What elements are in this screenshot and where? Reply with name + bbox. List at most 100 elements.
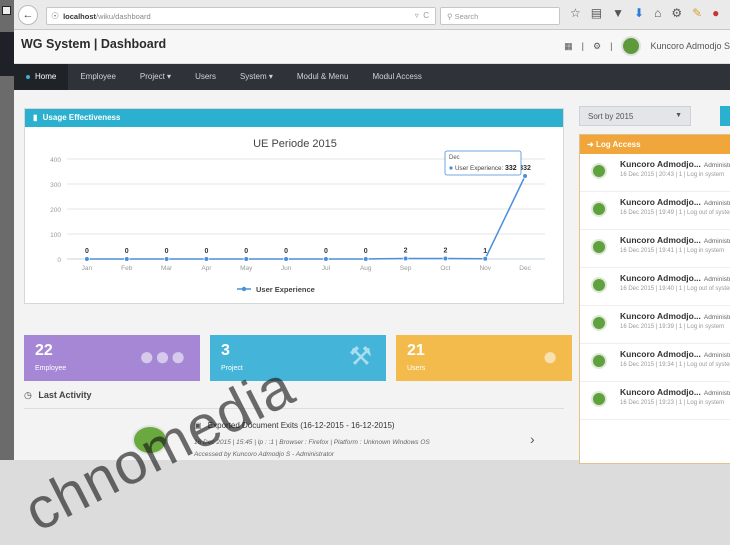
users-tile[interactable]: 21 Users ●	[396, 335, 572, 381]
data-label: 0	[204, 248, 208, 255]
x-tick-label: Jan	[82, 265, 93, 272]
log-avatar	[591, 239, 607, 255]
window-control-icon	[2, 6, 11, 15]
user-name[interactable]: Kuncoro Admodjo S	[650, 41, 730, 51]
log-access-item[interactable]: Kuncoro Admodjo...Administra 16 Dec 2015 …	[580, 268, 730, 306]
pocket-icon[interactable]: ▼	[612, 6, 624, 20]
log-access-item[interactable]: Kuncoro Admodjo...Administra 16 Dec 2015 …	[580, 382, 730, 420]
home-icon[interactable]: ⌂	[654, 6, 661, 20]
log-access-item[interactable]: Kuncoro Admodjo...Administra 16 Dec 2015 …	[580, 306, 730, 344]
last-activity-heading: ◷ Last Activity	[24, 390, 92, 401]
tooltip-header: Dec	[449, 155, 460, 161]
nav-users[interactable]: Users	[183, 64, 228, 90]
employee-count: 22	[35, 342, 53, 359]
y-tick-label: 100	[50, 232, 61, 239]
last-activity-title: Last Activity	[38, 390, 92, 400]
x-tick-label: Sep	[400, 265, 412, 272]
star-icon[interactable]: ☆	[570, 6, 581, 20]
legend-marker	[241, 286, 247, 292]
pencil-icon[interactable]: ✎	[692, 6, 702, 20]
browser-toolbar-icons: ☆ ▤ ▼ ⬇ ⌂ ⚙ ✎ ●	[570, 6, 719, 20]
user-avatar[interactable]	[621, 36, 642, 56]
clipboard-icon[interactable]: ▤	[591, 6, 602, 20]
x-tick-label: Apr	[201, 265, 212, 272]
browser-window: ← ☉ localhost /wiku/dashboard ▿ C ⚲ Sear…	[14, 0, 730, 544]
bar-chart-icon: ▮	[33, 113, 38, 122]
grid-icon[interactable]: ▦	[564, 41, 573, 52]
page-title: WG System | Dashboard	[21, 37, 167, 51]
usage-chart: UE Periode 2015 0 100 200 300 400 Jan Feb Mar Apr…	[25, 127, 565, 305]
data-label: 1	[483, 248, 487, 255]
legend-label: User Experience	[256, 285, 315, 294]
divider: |	[610, 41, 613, 51]
globe-icon: ☉	[51, 10, 60, 21]
data-label: 2	[443, 248, 447, 255]
log-access-header: ➜ Log Access	[580, 135, 730, 154]
address-bar[interactable]: ☉ localhost /wiku/dashboard ▿ C	[46, 7, 436, 25]
log-access-item[interactable]: Kuncoro Admodjo...Administra 16 Dec 2015 …	[580, 192, 730, 230]
log-avatar	[591, 353, 607, 369]
x-tick-label: Oct	[440, 265, 450, 272]
nav-modul-menu[interactable]: Modul & Menu	[285, 64, 361, 90]
nav-modul-access[interactable]: Modul Access	[360, 64, 433, 90]
data-label: 2	[404, 248, 408, 255]
nav-system[interactable]: System ▾	[228, 64, 285, 90]
log-access-item[interactable]: Kuncoro Admodjo...Administra 16 Dec 2015 …	[580, 230, 730, 268]
data-label: 0	[324, 248, 328, 255]
app-header: WG System | Dashboard ▦ | ⚙ | Kuncoro Ad…	[14, 30, 730, 64]
log-access-list: Kuncoro Admodjo...Administra 16 Dec 2015 …	[580, 154, 730, 420]
addon-icon[interactable]: ⚙	[671, 6, 682, 20]
data-point	[283, 256, 289, 262]
nav-home[interactable]: Home	[14, 64, 69, 90]
settings-icon[interactable]: ⚙	[593, 41, 601, 52]
data-point	[203, 256, 210, 262]
x-tick-label: Mar	[161, 265, 173, 272]
reload-icon[interactable]: ▿ C	[415, 11, 429, 20]
x-tick-label: Nov	[479, 265, 491, 272]
nav-employee[interactable]: Employee	[68, 64, 128, 90]
download-icon[interactable]: ⬇	[634, 6, 644, 20]
desktop-dark-block	[0, 32, 14, 76]
search-placeholder: Search	[454, 12, 479, 21]
log-detail: 16 Dec 2015 | 19:49 | 1 | Log out of sys…	[620, 210, 730, 216]
browser-search-input[interactable]: ⚲ Search	[440, 7, 560, 25]
back-button[interactable]: ←	[18, 4, 38, 25]
employee-tile[interactable]: 22 Employee ●●●	[24, 335, 200, 381]
x-tick-label: Jul	[322, 265, 331, 272]
x-tick-label: May	[240, 265, 253, 272]
usage-panel-title: Usage Effectiveness	[42, 113, 121, 122]
log-user-role: Administra	[703, 352, 730, 359]
log-access-panel: ➜ Log Access Kuncoro Admodjo...Administr…	[579, 134, 730, 464]
extension-icon[interactable]: ●	[712, 6, 719, 20]
x-tick-label: Dec	[519, 265, 531, 272]
x-tick-label: Jun	[281, 265, 292, 272]
tooltip-marker	[449, 166, 453, 170]
log-access-item[interactable]: Kuncoro Admodjo...Administra 16 Dec 2015 …	[580, 344, 730, 382]
log-avatar	[591, 163, 607, 179]
log-user-role: Administra	[703, 276, 730, 283]
chevron-right-icon[interactable]: ›	[530, 431, 535, 447]
log-detail: 16 Dec 2015 | 20:43 | 1 | Log in system	[620, 172, 725, 178]
log-avatar	[591, 391, 607, 407]
sort-select[interactable]: Sort by 2015 ▼	[579, 106, 691, 126]
data-label: 0	[165, 248, 169, 255]
url-path: /wiku/dashboard	[96, 11, 151, 21]
sort-button[interactable]	[720, 106, 730, 126]
log-user-name: Kuncoro Admodjo...Administra	[620, 387, 730, 397]
log-detail: 16 Dec 2015 | 19:34 | 1 | Log out of sys…	[620, 362, 730, 368]
data-point	[442, 255, 449, 262]
log-avatar	[591, 315, 607, 331]
y-tick-label: 0	[57, 257, 61, 264]
caret-down-icon: ▼	[675, 112, 682, 119]
data-point	[84, 256, 90, 262]
log-access-item[interactable]: Kuncoro Admodjo...Administra 16 Dec 2015 …	[580, 154, 730, 192]
x-tick-label: Feb	[121, 265, 133, 272]
data-point	[163, 256, 170, 262]
clock-icon: ◷	[24, 390, 32, 400]
group-icon: ●●●	[138, 341, 186, 371]
nav-project[interactable]: Project ▾	[128, 64, 183, 90]
tooltip-label: User Experience:	[455, 165, 504, 172]
main-nav: Home Employee Project ▾ Users System ▾ M…	[14, 64, 730, 90]
x-tick-label: Aug	[360, 265, 372, 272]
data-point	[243, 256, 250, 262]
